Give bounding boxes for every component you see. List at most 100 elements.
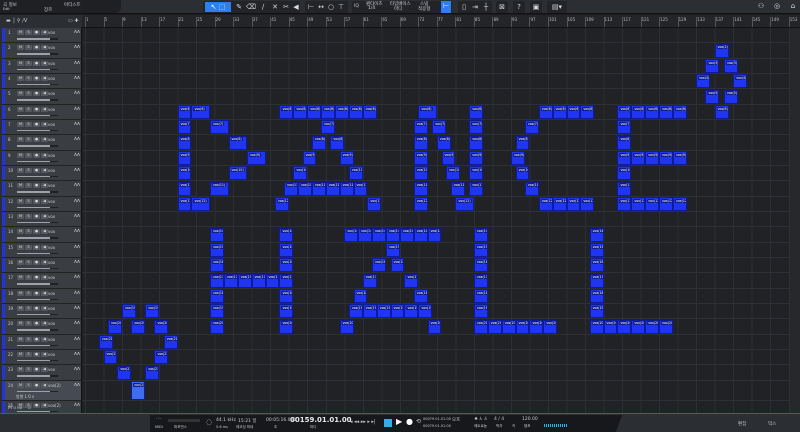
- midi-clip[interactable]: vox(14): [473, 227, 488, 242]
- loop-start[interactable]: 00079.01.01.00: [423, 417, 451, 421]
- midi-clip[interactable]: vox(19): [145, 304, 160, 319]
- track-header[interactable]: 6 M S ● ◀ vox ʌʌ: [2, 104, 81, 120]
- record-arm-button[interactable]: ●: [33, 351, 40, 357]
- midi-clip[interactable]: vox(20): [645, 319, 660, 334]
- mute-button[interactable]: M: [17, 275, 24, 281]
- midi-clip[interactable]: vox(18): [353, 289, 368, 303]
- midi-clip[interactable]: vox(15): [589, 243, 604, 257]
- track-header[interactable]: 22 M S ● ◀ vox ʌʌ: [2, 349, 81, 366]
- midi-clip[interactable]: vox(16): [210, 258, 224, 273]
- midi-clip[interactable]: vox(15): [279, 243, 294, 257]
- track-name[interactable]: vox: [48, 168, 55, 173]
- midi-clip[interactable]: vox(5): [705, 89, 720, 104]
- snap-select[interactable]: 적응형: [418, 6, 430, 12]
- midi-clip[interactable]: vox(22): [103, 350, 118, 365]
- track-header[interactable]: 20 M S ● ◀ vox ʌʌ: [2, 319, 81, 335]
- midi-clip[interactable]: vox(11): [469, 181, 484, 196]
- midi-clip[interactable]: vox(6): [714, 105, 729, 119]
- track-lane[interactable]: [82, 335, 790, 350]
- midi-clip[interactable]: vox(11): [353, 181, 368, 196]
- midi-clip[interactable]: vox(19): [418, 304, 433, 319]
- edit-view-button[interactable]: 편집: [738, 421, 746, 427]
- volume-fader[interactable]: [17, 329, 58, 331]
- midi-clip[interactable]: vox(20): [473, 319, 488, 334]
- instrument-icon[interactable]: ʌʌ: [74, 228, 80, 234]
- midi-clip[interactable]: vox(21): [98, 335, 113, 349]
- solo-button[interactable]: S: [25, 45, 32, 51]
- solo-button[interactable]: S: [25, 152, 32, 158]
- mute-button[interactable]: M: [17, 382, 24, 388]
- track-header[interactable]: 21 M S ● ◀ vox ʌʌ: [2, 334, 81, 350]
- instrument-icon[interactable]: ʌʌ: [74, 167, 80, 173]
- mute-button[interactable]: M: [17, 321, 24, 327]
- mute-button[interactable]: M: [17, 91, 24, 97]
- midi-clip[interactable]: vox(9): [645, 151, 660, 165]
- midi-clip[interactable]: vox(8): [617, 135, 632, 150]
- track-lane[interactable]: [82, 350, 790, 366]
- fit-button[interactable]: ⊠: [497, 2, 507, 12]
- midi-clip[interactable]: vox(11): [450, 181, 465, 196]
- track-header[interactable]: 1 M S ● ◀ vox ʌʌ: [2, 28, 81, 44]
- record-arm-button[interactable]: ●: [33, 402, 40, 408]
- mute-button[interactable]: M: [17, 336, 24, 342]
- midi-clip[interactable]: vox(10): [446, 166, 460, 181]
- midi-clip[interactable]: vox(19): [390, 304, 405, 319]
- monitor-button[interactable]: ◀: [41, 305, 48, 311]
- track-lane[interactable]: [82, 258, 790, 274]
- midi-clip[interactable]: vox(8): [436, 135, 451, 150]
- midi-clip[interactable]: vox(10): [413, 166, 428, 181]
- midi-clip[interactable]: vox(20): [529, 319, 544, 334]
- off-label[interactable]: 오프: [452, 417, 460, 423]
- comp-button[interactable]: ⊤: [336, 2, 346, 12]
- volume-fader[interactable]: [17, 206, 58, 209]
- track-name[interactable]: vox: [48, 183, 55, 188]
- track-header[interactable]: 17 M S ● ◀ vox ʌʌ: [2, 273, 81, 289]
- midi-clip[interactable]: vox(4): [733, 74, 748, 89]
- track-header[interactable]: 18 M S ● ◀ vox ʌʌ: [2, 288, 81, 304]
- midi-clip[interactable]: vox(11): [297, 181, 312, 196]
- monitor-button[interactable]: ◀: [41, 60, 48, 66]
- midi-clip[interactable]: vox(12): [177, 197, 192, 211]
- midi-clip[interactable]: vox(19): [362, 304, 377, 319]
- midi-clip[interactable]: vox(12): [538, 197, 553, 211]
- midi-clip[interactable]: vox(11): [524, 181, 539, 196]
- volume-fader[interactable]: [17, 114, 58, 117]
- midi-clip[interactable]: vox(14): [399, 227, 414, 242]
- track-name[interactable]: vox: [48, 352, 55, 357]
- midi-clip[interactable]: vox(17): [251, 273, 266, 288]
- monitor-button[interactable]: ◀: [41, 321, 48, 327]
- instrument-icon[interactable]: ʌʌ: [74, 351, 80, 357]
- view-menu-button[interactable]: ▤▾: [548, 2, 566, 12]
- timebase-select[interactable]: 마디: [394, 6, 402, 12]
- midi-clip[interactable]: vox(6): [469, 105, 484, 119]
- midi-clip[interactable]: vox(14): [344, 227, 359, 242]
- monitor-button[interactable]: ◀: [41, 30, 48, 35]
- midi-clip[interactable]: vox(18): [279, 289, 294, 303]
- midi-clip[interactable]: vox(7): [177, 120, 192, 135]
- record-arm-button[interactable]: ●: [33, 106, 40, 112]
- track-name[interactable]: vox: [48, 321, 55, 326]
- record-button[interactable]: ●: [406, 417, 413, 426]
- track-header[interactable]: 3 M S ● ◀ vox ʌʌ: [2, 58, 81, 74]
- record-arm-button[interactable]: ●: [33, 336, 40, 342]
- midi-clip[interactable]: vox(9): [441, 151, 456, 165]
- volume-fader[interactable]: [17, 313, 58, 316]
- instrument-icon[interactable]: ʌʌ: [74, 213, 80, 219]
- instrument-icon[interactable]: ʌʌ: [74, 259, 80, 265]
- midi-clip[interactable]: vox(12): [191, 197, 210, 211]
- midi-clip[interactable]: vox(6): [566, 105, 581, 119]
- time-signature[interactable]: 4 / 4: [494, 417, 504, 422]
- midi-clip[interactable]: vox(18): [473, 289, 488, 303]
- record-arm-button[interactable]: ●: [33, 382, 40, 388]
- instrument-icon[interactable]: ʌʌ: [74, 305, 80, 311]
- track-header[interactable]: 8 M S ● ◀ vox ʌʌ: [2, 135, 81, 151]
- mute-button[interactable]: M: [17, 290, 24, 296]
- mute-button[interactable]: M: [17, 60, 24, 66]
- volume-fader[interactable]: [17, 53, 58, 55]
- midi-clip[interactable]: vox(11): [325, 181, 340, 196]
- midi-clip[interactable]: vox(21): [163, 335, 178, 349]
- midi-clip[interactable]: vox(9): [339, 151, 354, 165]
- solo-button[interactable]: S: [25, 106, 32, 112]
- quantize-select[interactable]: 1/4: [368, 6, 375, 11]
- midi-clip[interactable]: vox(14): [385, 227, 400, 242]
